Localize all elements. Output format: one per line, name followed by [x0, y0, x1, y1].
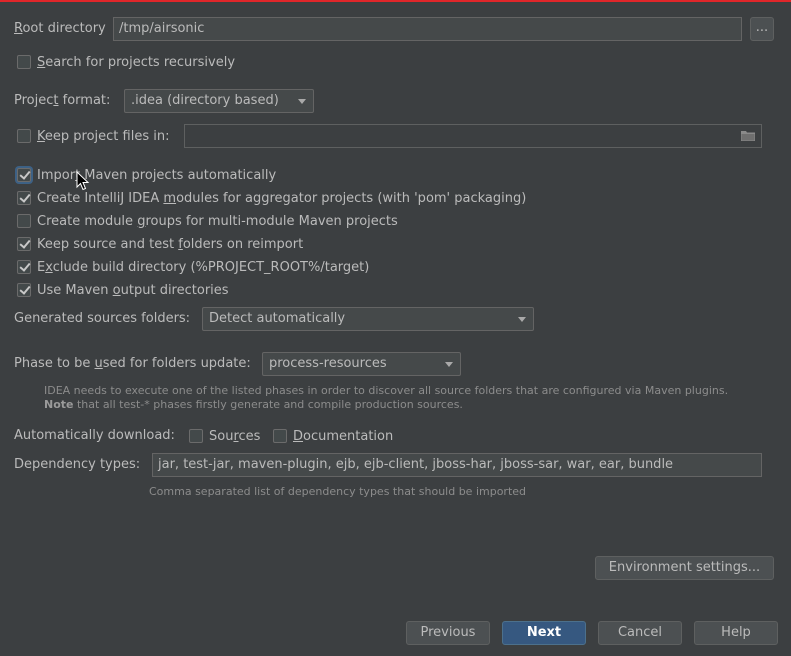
exclude-build-dir-label: Exclude build directory (%PROJECT_ROOT%/… — [37, 260, 370, 275]
root-directory-input[interactable]: /tmp/airsonic — [113, 17, 742, 41]
keep-source-folders-checkbox[interactable] — [17, 237, 31, 251]
download-docs-label: Documentation — [293, 429, 394, 444]
help-button[interactable]: Help — [694, 621, 778, 645]
keep-files-label: Keep project files in: — [37, 129, 170, 144]
search-recursive-label: Search for projects recursively — [37, 55, 236, 70]
phase-select[interactable]: process-resources — [262, 352, 461, 376]
auto-download-label: Automatically download: — [14, 428, 175, 443]
import-maven-auto-checkbox[interactable] — [17, 168, 31, 182]
chevron-down-icon — [518, 317, 526, 322]
root-directory-label: Root directory — [14, 21, 106, 36]
exclude-build-dir-checkbox[interactable] — [17, 260, 31, 274]
phase-hint-line1: IDEA needs to execute one of the listed … — [44, 384, 729, 397]
environment-settings-button[interactable]: Environment settings... — [595, 556, 774, 580]
create-modules-label: Create IntelliJ IDEA modules for aggrega… — [37, 191, 527, 206]
phase-label: Phase to be used for folders update: — [14, 356, 251, 371]
generated-sources-label: Generated sources folders: — [14, 311, 191, 326]
dependency-types-hint: Comma separated list of dependency types… — [149, 485, 527, 498]
project-format-label: Project format: — [14, 93, 111, 108]
chevron-down-icon — [298, 99, 306, 104]
search-recursive-checkbox[interactable] — [17, 55, 31, 69]
maven-output-dirs-checkbox[interactable] — [17, 283, 31, 297]
window-top-border — [0, 0, 791, 2]
keep-files-input[interactable] — [184, 124, 762, 148]
cancel-button[interactable]: Cancel — [598, 621, 682, 645]
phase-value: process-resources — [269, 356, 387, 371]
create-modules-checkbox[interactable] — [17, 191, 31, 205]
module-groups-label: Create module groups for multi-module Ma… — [37, 214, 398, 229]
keep-files-checkbox[interactable] — [17, 129, 31, 143]
browse-root-button[interactable]: ... — [750, 17, 774, 41]
generated-sources-value: Detect automatically — [209, 311, 346, 326]
generated-sources-select[interactable]: Detect automatically — [202, 307, 534, 331]
download-docs-checkbox[interactable] — [273, 429, 287, 443]
module-groups-checkbox[interactable] — [17, 214, 31, 228]
dependency-types-input[interactable]: jar, test-jar, maven-plugin, ejb, ejb-cl… — [152, 453, 762, 477]
download-sources-label: Sources — [209, 429, 261, 444]
phase-hint-line2: Note that all test-* phases firstly gene… — [44, 398, 463, 411]
keep-source-folders-label: Keep source and test folders on reimport — [37, 237, 304, 252]
maven-output-dirs-label: Use Maven output directories — [37, 283, 229, 298]
project-format-value: .idea (directory based) — [131, 93, 279, 108]
mouse-cursor-icon — [76, 171, 90, 191]
project-format-select[interactable]: .idea (directory based) — [124, 89, 314, 113]
next-button[interactable]: Next — [502, 621, 586, 645]
chevron-down-icon — [445, 362, 453, 367]
import-maven-auto-label: Import Maven projects automatically — [37, 168, 277, 183]
folder-icon[interactable] — [741, 130, 755, 141]
dependency-types-label: Dependency types: — [14, 457, 141, 472]
previous-button[interactable]: Previous — [406, 621, 490, 645]
download-sources-checkbox[interactable] — [189, 429, 203, 443]
